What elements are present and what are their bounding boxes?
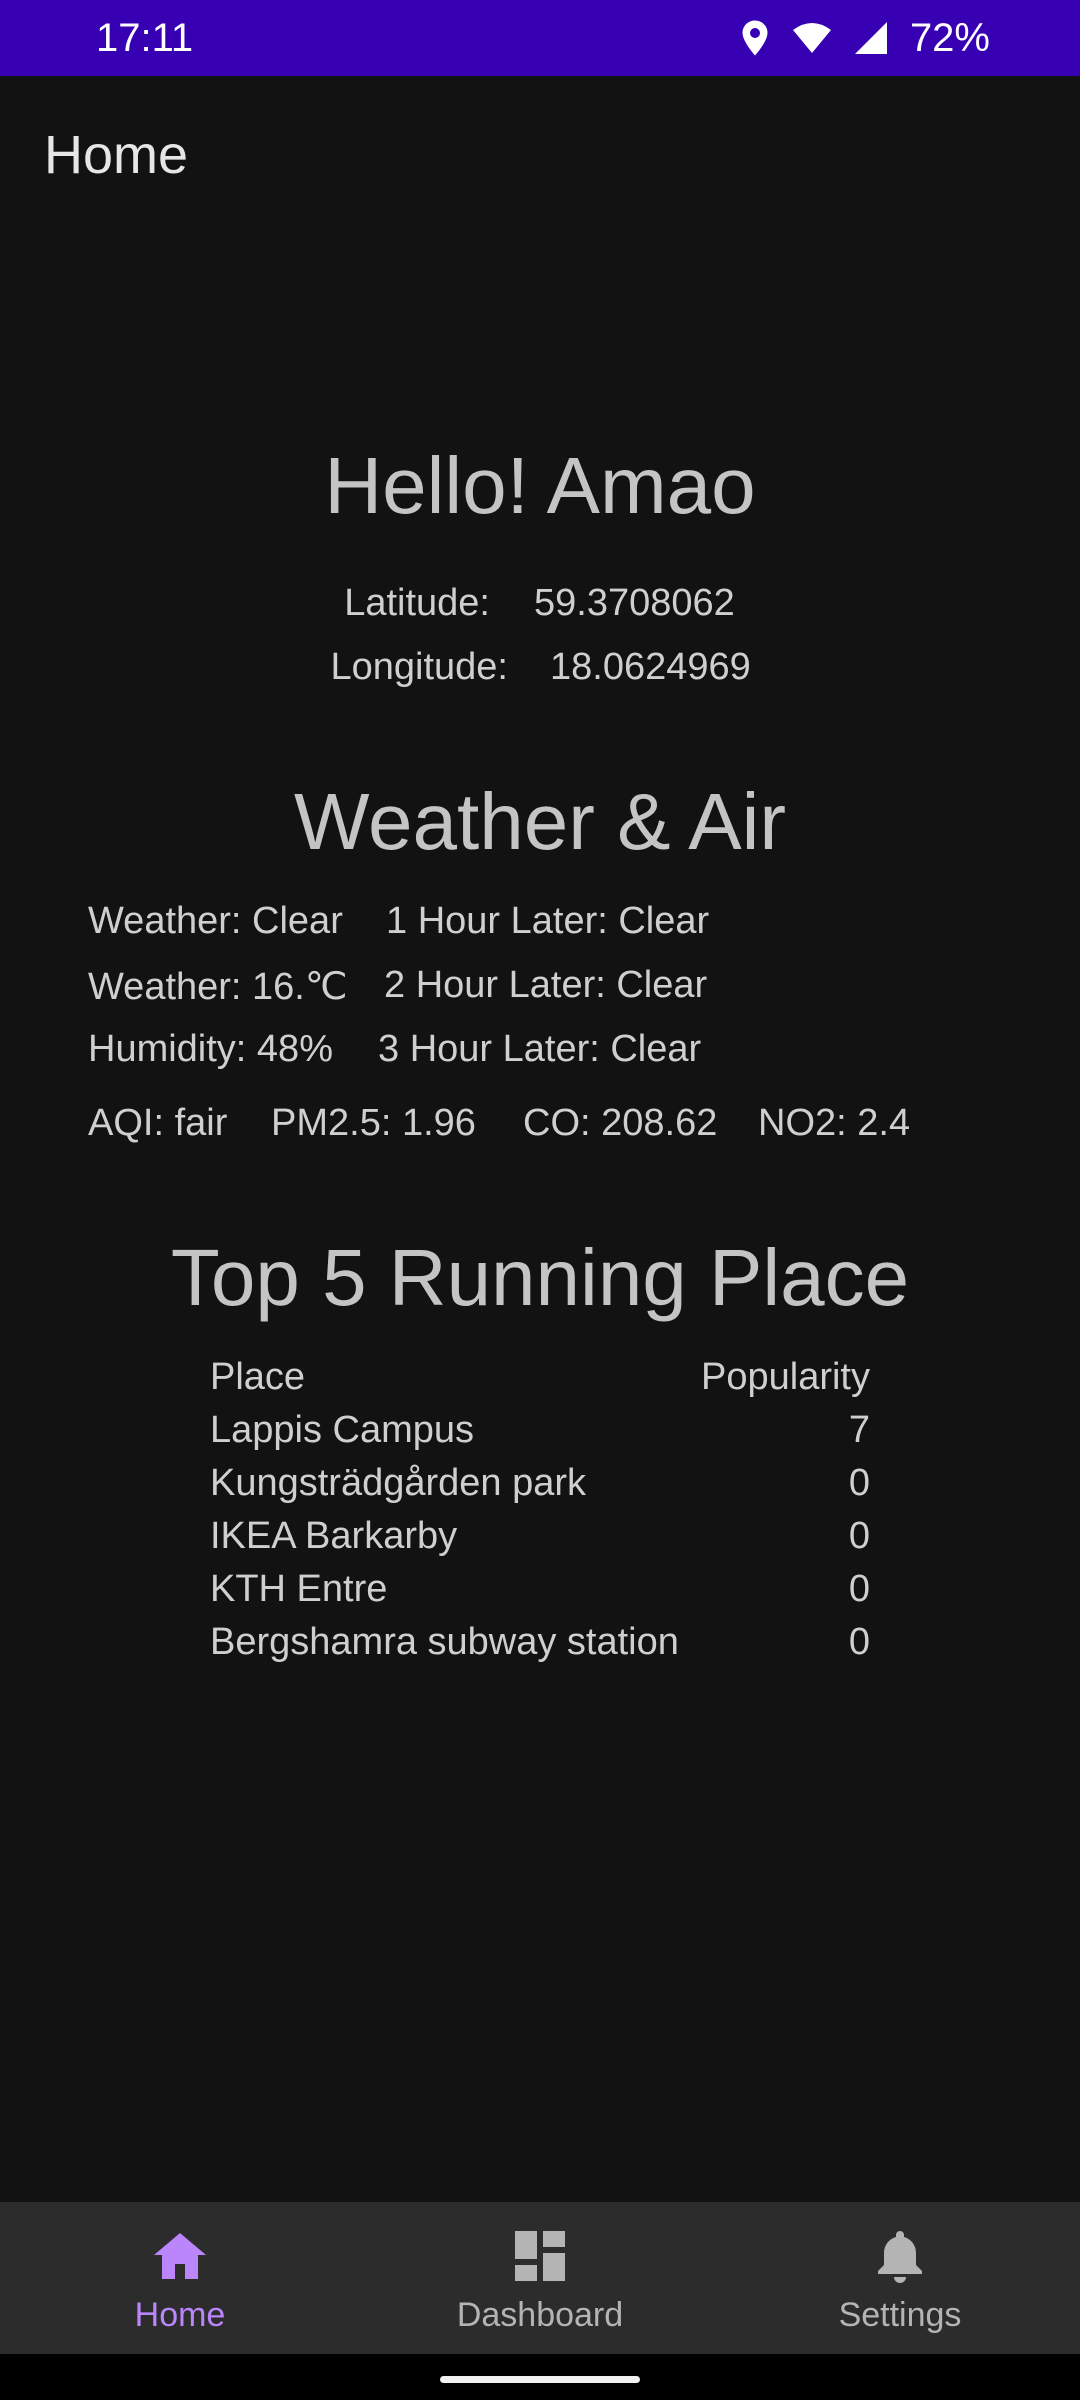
bottom-navigation: Home Dashboard Settings xyxy=(0,2202,1080,2354)
forecast-1h: 1 Hour Later: Clear xyxy=(386,900,710,942)
signal-icon xyxy=(854,21,888,55)
nav-item-home[interactable]: Home xyxy=(0,2202,360,2354)
dashboard-icon xyxy=(514,2228,566,2284)
wifi-icon xyxy=(792,22,832,54)
longitude-row: Longitude: 18.0624969 xyxy=(0,646,1080,706)
place-name: Lappis Campus xyxy=(210,1409,475,1451)
nav-item-settings[interactable]: Settings xyxy=(720,2202,1080,2354)
places-table-header: Place Popularity xyxy=(210,1356,870,1409)
status-bar: 17:11 72% xyxy=(0,0,1080,76)
page-title: Home xyxy=(44,125,189,185)
forecast-3h: 3 Hour Later: Clear xyxy=(378,1028,702,1070)
status-icons: 72% xyxy=(740,16,990,61)
places-section-title: Top 5 Running Place xyxy=(170,1233,910,1322)
nav-item-label: Home xyxy=(134,2296,226,2334)
place-name: Bergshamra subway station xyxy=(210,1621,679,1663)
place-popularity: 0 xyxy=(848,1568,870,1610)
nav-item-label: Dashboard xyxy=(456,2296,624,2334)
nav-item-dashboard[interactable]: Dashboard xyxy=(360,2202,720,2354)
places-table: Place Popularity Lappis Campus 7 Kungstr… xyxy=(210,1356,870,1674)
no2-value: NO2: 2.4 xyxy=(758,1102,911,1144)
home-icon xyxy=(152,2228,208,2284)
table-row: Kungsträdgården park 0 xyxy=(210,1462,870,1515)
nav-item-label: Settings xyxy=(838,2296,962,2334)
latitude-label: Latitude: xyxy=(344,582,490,624)
system-gesture-area xyxy=(0,2354,1080,2400)
location-icon xyxy=(740,19,770,57)
battery-percentage: 72% xyxy=(909,15,990,60)
place-name: KTH Entre xyxy=(210,1568,388,1610)
home-screen: 17:11 72% Home Hello! Amao Latitude: 59.… xyxy=(0,0,1080,2400)
latitude-value: 59.3708062 xyxy=(534,582,735,624)
pm25-value: PM2.5: 1.96 xyxy=(271,1102,476,1144)
greeting-text: Hello! Amao xyxy=(324,441,756,530)
place-popularity: 0 xyxy=(848,1462,870,1504)
table-row: KTH Entre 0 xyxy=(210,1568,870,1621)
weather-section-title: Weather & Air xyxy=(293,777,787,866)
temperature: Weather: 16.℃ xyxy=(88,966,348,1008)
aqi-value: AQI: fair xyxy=(88,1102,228,1144)
place-name: IKEA Barkarby xyxy=(210,1515,458,1557)
longitude-label: Longitude: xyxy=(330,646,509,688)
table-row: IKEA Barkarby 0 xyxy=(210,1515,870,1568)
gesture-handle[interactable] xyxy=(440,2376,640,2383)
humidity: Humidity: 48% xyxy=(88,1028,333,1070)
place-popularity: 0 xyxy=(848,1621,870,1663)
latitude-row: Latitude: 59.3708062 xyxy=(0,582,1080,642)
weather-now: Weather: Clear xyxy=(88,900,343,942)
app-bar: Home xyxy=(0,76,1080,236)
longitude-value: 18.0624969 xyxy=(550,646,751,688)
place-popularity: 0 xyxy=(848,1515,870,1557)
forecast-2h: 2 Hour Later: Clear xyxy=(384,964,708,1006)
status-time: 17:11 xyxy=(96,15,194,60)
co-value: CO: 208.62 xyxy=(523,1102,718,1144)
place-popularity: 7 xyxy=(848,1409,870,1451)
place-column-header: Place xyxy=(210,1356,306,1398)
bell-icon xyxy=(876,2228,924,2284)
popularity-column-header: Popularity xyxy=(701,1356,870,1398)
table-row: Bergshamra subway station 0 xyxy=(210,1621,870,1674)
table-row: Lappis Campus 7 xyxy=(210,1409,870,1462)
place-name: Kungsträdgården park xyxy=(210,1462,587,1504)
